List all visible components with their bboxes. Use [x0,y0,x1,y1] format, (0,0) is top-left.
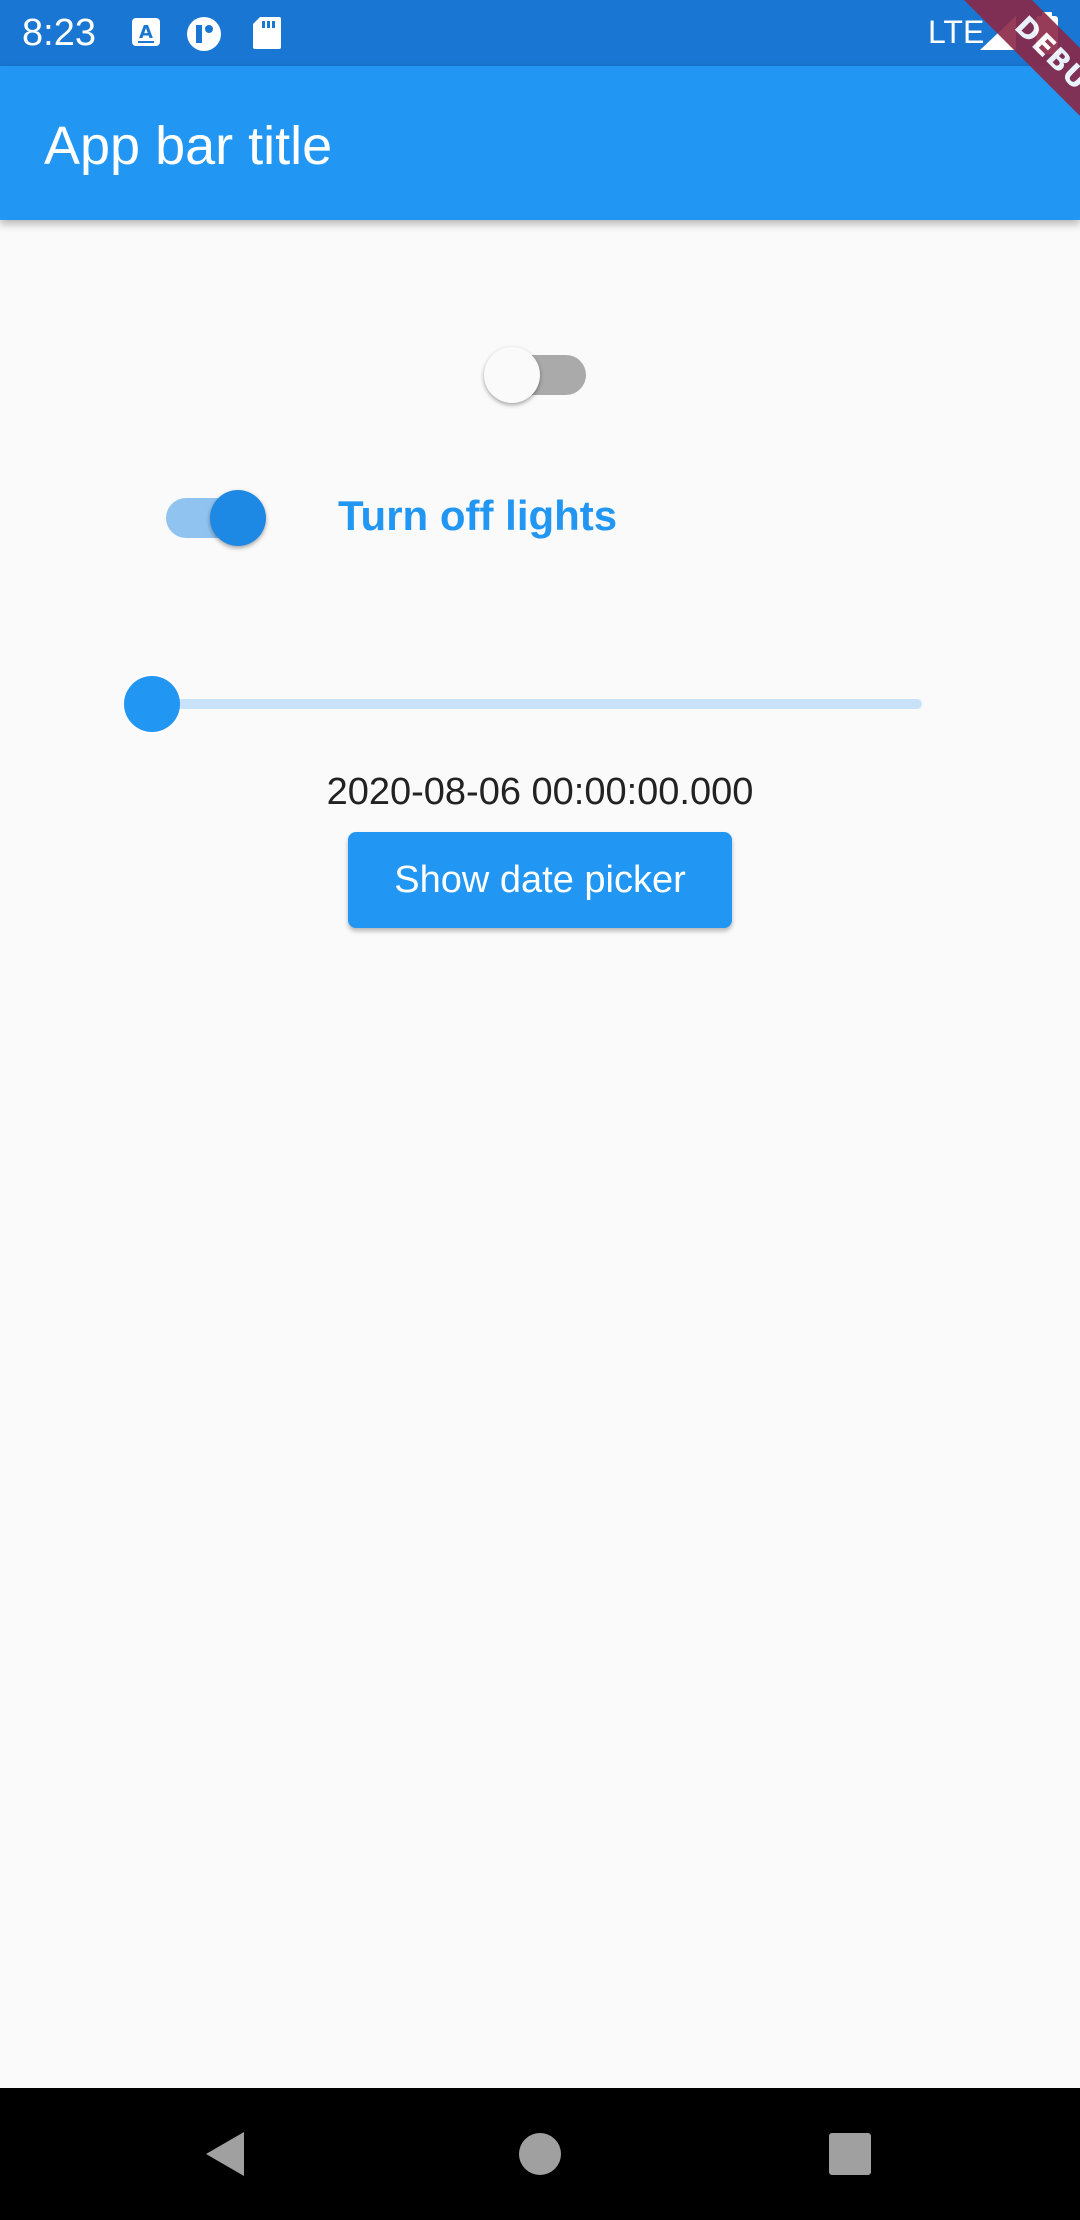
network-type: LTE [928,14,985,50]
back-icon[interactable] [196,2124,256,2184]
svg-text:A: A [139,22,153,43]
lights-toggle-switch[interactable] [164,488,268,548]
toggle-switch[interactable] [484,345,588,405]
system-nav-bar [0,2088,1080,2220]
show-date-picker-button[interactable]: Show date picker [348,832,732,928]
slider[interactable] [124,676,928,732]
switch-thumb [210,490,266,546]
switch-thumb [484,347,540,403]
signal-icon [978,14,1018,57]
status-time: 8:23 [22,12,96,54]
battery-icon [1036,12,1058,59]
lights-switch-label: Turn off lights [338,492,618,539]
status-bar: 8:23 A LTE [0,0,1080,66]
notification-icon [186,16,222,57]
autofill-icon: A [130,16,162,53]
slider-track [152,699,922,709]
home-icon[interactable] [510,2124,570,2184]
recents-icon[interactable] [820,2124,880,2184]
app-bar: App bar title [0,66,1080,220]
selected-date-text: 2020-08-06 00:00:00.000 [326,771,754,813]
page-title: App bar title [44,116,333,176]
sd-card-icon [252,16,282,55]
slider-thumb[interactable] [124,676,180,732]
